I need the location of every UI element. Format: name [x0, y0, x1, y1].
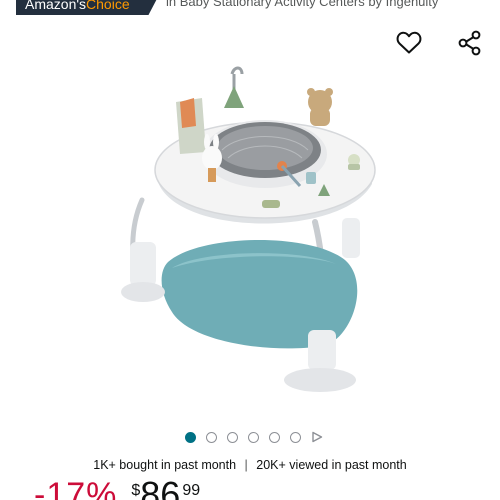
- carousel-dot[interactable]: [227, 431, 238, 443]
- share-icon: [458, 30, 481, 56]
- share-button[interactable]: [455, 28, 485, 58]
- carousel-dot[interactable]: [206, 431, 217, 443]
- image-carousel-dots: [0, 430, 500, 444]
- price-fraction: 99: [182, 482, 201, 499]
- product-detail-page: Amazon's Choice in Baby Stationary Activ…: [0, 0, 500, 500]
- carousel-dot[interactable]: [269, 431, 280, 443]
- badge-label-accent: Choice: [86, 0, 130, 12]
- price-whole: 86: [140, 474, 181, 500]
- badge-label-prefix: Amazon's: [25, 0, 87, 12]
- heart-outline-icon: [396, 31, 422, 54]
- carousel-dot[interactable]: [248, 431, 259, 443]
- social-proof-text: 1K+ bought in past month | 20K+ viewed i…: [0, 458, 500, 472]
- favorite-button[interactable]: [394, 28, 424, 58]
- divider: |: [244, 458, 248, 472]
- price-currency: $: [131, 482, 141, 499]
- badge-context-text[interactable]: in Baby Stationary Activity Centers by I…: [166, 0, 438, 9]
- amazons-choice-row: Amazon's Choice in Baby Stationary Activ…: [0, 0, 500, 17]
- play-icon[interactable]: [311, 431, 323, 443]
- discount-percentage: -17%: [34, 476, 118, 500]
- price-block: -17% $ 86 99: [34, 476, 200, 500]
- carousel-dot[interactable]: [290, 431, 301, 443]
- bought-count: 1K+ bought in past month: [93, 458, 237, 472]
- product-image[interactable]: [110, 62, 400, 402]
- amazons-choice-badge[interactable]: Amazon's Choice: [16, 0, 160, 15]
- activity-center-illustration: [121, 66, 376, 392]
- carousel-dot[interactable]: [185, 431, 196, 443]
- viewed-count: 20K+ viewed in past month: [256, 458, 407, 472]
